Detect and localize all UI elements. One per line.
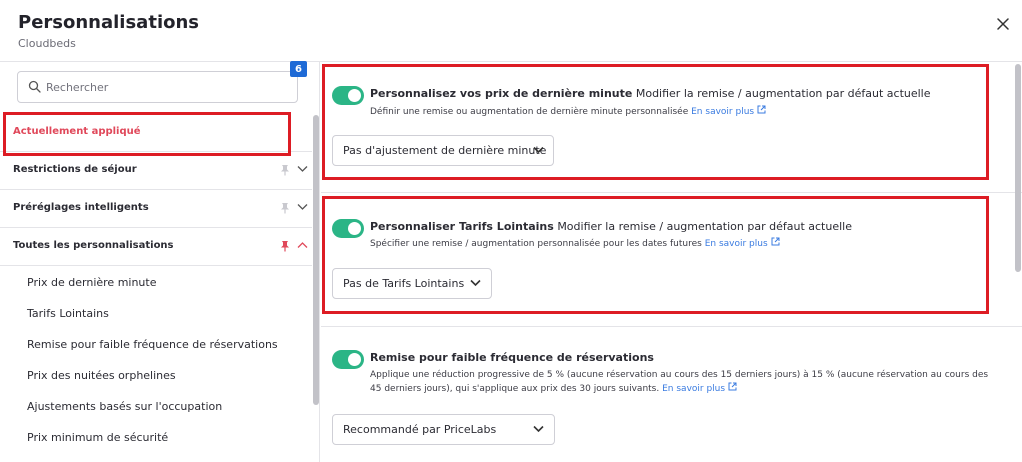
sidebar: Actuellement appliqué Restrictions de sé…: [0, 62, 320, 462]
learn-more-link[interactable]: En savoir plus: [691, 105, 766, 117]
chevron-down-icon: [533, 425, 544, 433]
learn-more-link[interactable]: En savoir plus: [662, 382, 737, 394]
sidebar-item-occupancy-adjustments[interactable]: Ajustements basés sur l'occupation: [27, 400, 222, 413]
description-text: Spécifier une remise / augmentation pers…: [370, 239, 702, 249]
chevron-down-icon[interactable]: [297, 203, 308, 211]
section-title-bold: Remise pour faible fréquence de réservat…: [370, 351, 654, 364]
close-button[interactable]: [993, 14, 1013, 34]
search-input[interactable]: [46, 77, 286, 97]
section-title-bold: Personnaliser Tarifs Lointains: [370, 220, 554, 233]
external-link-icon: [771, 237, 780, 246]
sidebar-category-stay-restrictions[interactable]: Restrictions de séjour: [0, 152, 312, 190]
main-content: Personnalisez vos prix de dernière minut…: [321, 62, 1022, 462]
external-link-icon: [757, 105, 766, 114]
pin-icon-active[interactable]: [280, 240, 290, 252]
section-title: Remise pour faible fréquence de réservat…: [370, 351, 654, 364]
section-title: Personnaliser Tarifs Lointains Modifier …: [370, 220, 852, 233]
description-text: Définir une remise ou augmentation de de…: [370, 107, 689, 117]
section-last-minute: Personnalisez vos prix de dernière minut…: [321, 62, 1022, 193]
applied-count-badge: 6: [290, 61, 307, 77]
sidebar-item-minimum-price[interactable]: Prix minimum de sécurité: [27, 431, 168, 444]
chevron-down-icon[interactable]: [297, 165, 308, 173]
search-icon: [28, 80, 41, 93]
dialog-subtitle: Cloudbeds: [18, 37, 76, 50]
far-out-dropdown[interactable]: Pas de Tarifs Lointains: [332, 268, 492, 299]
sidebar-item-orphan-nights[interactable]: Prix des nuitées orphelines: [27, 369, 176, 382]
dropdown-value: Pas de Tarifs Lointains: [343, 277, 465, 290]
low-booking-toggle[interactable]: [332, 350, 364, 369]
section-description: Spécifier une remise / augmentation pers…: [370, 237, 970, 251]
chevron-down-icon: [533, 146, 544, 154]
section-title-bold: Personnalisez vos prix de dernière minut…: [370, 87, 633, 100]
main-scrollbar-thumb[interactable]: [1015, 64, 1021, 272]
dialog-header: Personnalisations Cloudbeds: [0, 0, 1022, 62]
category-label: Toutes les personnalisations: [13, 240, 174, 251]
last-minute-dropdown[interactable]: Pas d'ajustement de dernière minute: [332, 135, 554, 166]
learn-more-link[interactable]: En savoir plus: [705, 237, 780, 249]
currently-applied-label: Actuellement appliqué: [13, 126, 141, 137]
dialog-title: Personnalisations: [18, 12, 200, 33]
section-description: Applique une réduction progressive de 5 …: [370, 368, 990, 396]
pin-icon[interactable]: [280, 202, 290, 214]
far-out-toggle[interactable]: [332, 219, 364, 238]
sidebar-category-all-customizations[interactable]: Toutes les personnalisations: [0, 228, 312, 266]
chevron-down-icon: [470, 279, 481, 287]
section-title-subtitle: Modifier la remise / augmentation par dé…: [557, 220, 852, 233]
section-far-out: Personnaliser Tarifs Lointains Modifier …: [321, 193, 1022, 327]
sidebar-item-currently-applied[interactable]: Actuellement appliqué: [0, 114, 312, 152]
category-label: Préréglages intelligents: [13, 202, 149, 213]
sidebar-item-low-booking-discount[interactable]: Remise pour faible fréquence de réservat…: [27, 338, 278, 351]
last-minute-toggle[interactable]: [332, 86, 364, 105]
section-description: Définir une remise ou augmentation de de…: [370, 105, 970, 119]
close-icon: [997, 18, 1009, 30]
low-booking-dropdown[interactable]: Recommandé par PriceLabs: [332, 414, 555, 445]
category-label: Restrictions de séjour: [13, 164, 137, 175]
sidebar-item-far-out[interactable]: Tarifs Lointains: [27, 307, 109, 320]
external-link-icon: [728, 382, 737, 391]
search-box[interactable]: [17, 71, 298, 103]
section-title-subtitle: Modifier la remise / augmentation par dé…: [635, 87, 931, 100]
chevron-up-icon[interactable]: [297, 241, 308, 249]
dropdown-value: Recommandé par PriceLabs: [343, 423, 497, 436]
pin-icon[interactable]: [280, 164, 290, 176]
section-title: Personnalisez vos prix de dernière minut…: [370, 87, 931, 100]
sidebar-category-smart-presets[interactable]: Préréglages intelligents: [0, 190, 312, 228]
sidebar-scrollbar-thumb[interactable]: [313, 115, 319, 405]
dropdown-value: Pas d'ajustement de dernière minute: [343, 144, 547, 157]
sidebar-item-last-minute[interactable]: Prix de dernière minute: [27, 276, 157, 289]
section-low-booking-discount: Remise pour faible fréquence de réservat…: [321, 327, 1022, 462]
